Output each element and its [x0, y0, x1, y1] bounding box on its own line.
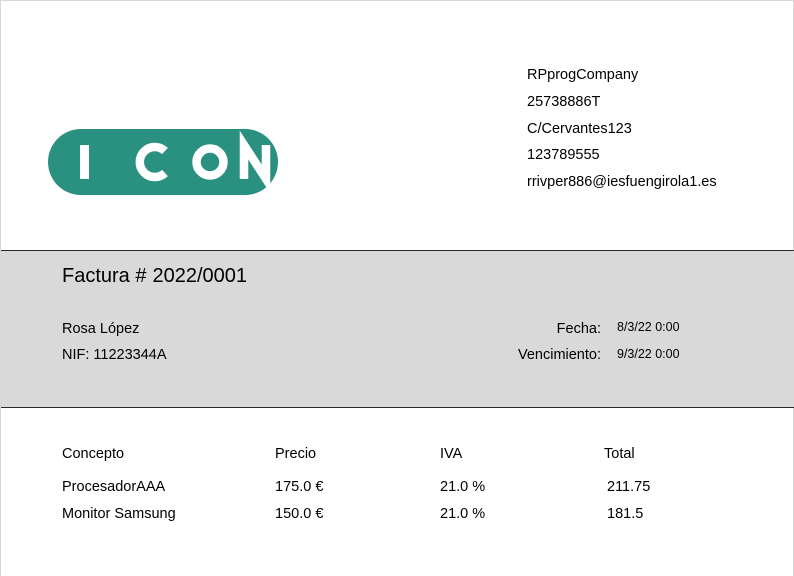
- header-iva: IVA: [440, 446, 463, 462]
- row-2-concepto: Monitor Samsung: [62, 506, 176, 522]
- company-info: RPprogCompany 25738886T C/Cervantes123 1…: [527, 62, 717, 196]
- row-1-precio: 175.0 €: [275, 479, 324, 495]
- header-precio: Precio: [275, 446, 317, 462]
- company-name: RPprogCompany: [527, 67, 639, 83]
- nif-label: NIF:: [62, 347, 90, 363]
- row-2-iva: 21.0 %: [440, 506, 486, 522]
- invoice-number: 2022/0001: [152, 265, 248, 287]
- client-name: Rosa López: [62, 321, 140, 337]
- company-email: rrivper886@iesfuengirola1.es: [527, 174, 717, 191]
- company-phone: 123789555: [527, 147, 600, 164]
- header-concepto: Concepto: [62, 446, 125, 462]
- fecha-value: 8/3/22 0:00: [617, 320, 680, 334]
- row-2-total: 181.5: [607, 506, 644, 522]
- company-tax-id: 25738886T: [527, 93, 601, 110]
- row-1-total: 211.75: [607, 479, 651, 495]
- nif-value: 11223344A: [93, 347, 167, 363]
- row-2-precio: 150.0 €: [275, 506, 324, 522]
- invoice-page: RPprogCompany 25738886T C/Cervantes123 1…: [0, 0, 794, 576]
- vencimiento-value: 9/3/22 0:00: [617, 347, 680, 361]
- fecha-label: Fecha:: [556, 321, 601, 337]
- invoice-title: Factura #2022/0001: [62, 265, 247, 288]
- header-total: Total: [604, 446, 635, 462]
- row-1-concepto: ProcesadorAAA: [62, 479, 166, 495]
- company-address: C/Cervantes123: [527, 120, 632, 137]
- vencimiento-label: Vencimiento:: [517, 347, 601, 363]
- invoice-title-label: Factura #: [62, 265, 147, 287]
- client-nif: NIF: 11223344A: [62, 347, 167, 363]
- company-logo: [48, 129, 278, 195]
- row-1-iva: 21.0 %: [440, 479, 486, 495]
